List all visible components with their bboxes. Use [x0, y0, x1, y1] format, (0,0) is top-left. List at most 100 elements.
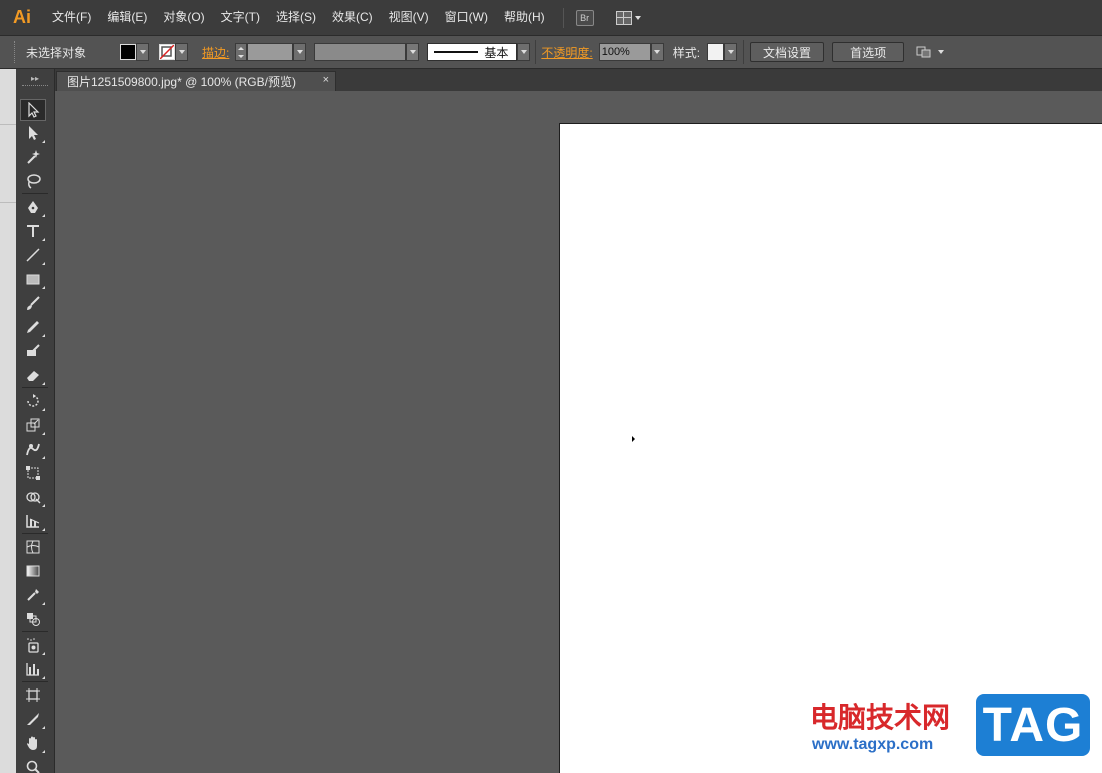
mesh-tool[interactable]	[20, 536, 46, 558]
magic-wand-tool[interactable]	[20, 146, 46, 168]
app-logo: Ai	[13, 7, 31, 27]
selection-tool[interactable]	[20, 99, 46, 121]
control-bar: 未选择对象 描边: 基本 不透明度: 100% 样式: 文档设置 首选项	[0, 35, 1102, 69]
arrange-documents-icon	[615, 10, 632, 25]
menu-type[interactable]: 文字(T)	[213, 0, 268, 35]
rotate-icon	[27, 394, 39, 407]
variable-width-profile[interactable]	[314, 43, 420, 61]
panel-grip[interactable]	[14, 41, 20, 63]
tools-divider	[22, 533, 48, 534]
eyedropper-tool[interactable]	[20, 584, 46, 606]
chevron-down-icon	[938, 50, 945, 54]
scale-tool[interactable]	[20, 414, 46, 436]
flyout-indicator	[42, 432, 45, 435]
menu-effect[interactable]: 效果(C)	[324, 0, 381, 35]
menu-help[interactable]: 帮助(H)	[496, 0, 553, 35]
shape-builder-tool[interactable]	[20, 486, 46, 508]
menu-file[interactable]: 文件(F)	[44, 0, 99, 35]
brush-definition-field[interactable]: 基本	[427, 43, 518, 61]
stroke-label[interactable]: 描边:	[202, 44, 229, 61]
close-icon[interactable]: ×	[323, 74, 329, 86]
flyout-indicator	[42, 750, 45, 753]
blend-tool[interactable]	[20, 608, 46, 630]
brush-definition-control[interactable]: 基本	[427, 43, 531, 61]
column-graph-icon	[26, 663, 39, 676]
artboard[interactable]	[559, 123, 1102, 773]
arrange-documents-button[interactable]	[615, 10, 641, 25]
canvas-area[interactable]	[55, 91, 1102, 773]
warp-tool[interactable]	[20, 438, 46, 460]
menu-object[interactable]: 对象(O)	[155, 0, 212, 35]
graphic-style-swatch[interactable]	[707, 43, 725, 61]
graphic-style-control[interactable]	[707, 43, 738, 61]
blob-brush-tool[interactable]	[20, 340, 46, 362]
stroke-weight-control[interactable]	[235, 43, 307, 61]
fill-color-control[interactable]	[120, 43, 150, 61]
tools-divider	[22, 387, 48, 388]
eraser-tool[interactable]	[20, 364, 46, 386]
menu-window[interactable]: 窗口(W)	[437, 0, 496, 35]
chevron-down-icon	[409, 50, 416, 54]
width-profile-dropdown[interactable]	[406, 43, 420, 61]
fill-dropdown-button[interactable]	[136, 43, 150, 61]
menu-edit[interactable]: 编辑(E)	[99, 0, 155, 35]
document-tab[interactable]: 图片1251509800.jpg* @ 100% (RGB/预览) ×	[56, 71, 336, 91]
left-edge-strip	[0, 69, 16, 773]
gradient-tool[interactable]	[20, 560, 46, 582]
selection-status: 未选择对象	[26, 45, 87, 60]
graphic-style-dropdown[interactable]	[724, 43, 738, 61]
slice-tool[interactable]	[20, 708, 46, 730]
lasso-tool[interactable]	[20, 170, 46, 192]
paintbrush-tool[interactable]	[20, 292, 46, 314]
stroke-weight-stepper[interactable]	[235, 43, 248, 61]
bridge-button[interactable]: Br	[575, 9, 594, 26]
symbol-sprayer-icon	[27, 638, 39, 653]
fill-swatch[interactable]	[120, 44, 137, 60]
tools-divider	[22, 681, 48, 682]
opacity-control[interactable]: 100%	[598, 43, 664, 61]
stroke-color-control[interactable]	[159, 43, 189, 61]
control-divider	[535, 40, 537, 64]
brush-definition-dropdown[interactable]	[517, 43, 531, 61]
preferences-button[interactable]: 首选项	[832, 42, 905, 62]
pencil-tool[interactable]	[20, 316, 46, 338]
stroke-preview-line	[434, 51, 479, 53]
flyout-indicator	[42, 408, 45, 411]
perspective-grid-tool[interactable]	[20, 510, 46, 532]
stroke-none-swatch[interactable]	[159, 44, 176, 60]
tools-panel: ▸▸	[16, 69, 55, 773]
direct-selection-tool[interactable]	[20, 122, 46, 144]
symbol-sprayer-tool[interactable]	[20, 634, 46, 656]
rectangle-tool[interactable]	[20, 268, 46, 290]
zoom-magnifier-icon	[26, 760, 40, 773]
stroke-weight-input[interactable]	[247, 43, 294, 61]
artboard-tool[interactable]	[20, 684, 46, 706]
hand-icon	[27, 736, 37, 750]
pencil-icon	[27, 321, 39, 333]
column-graph-tool[interactable]	[20, 658, 46, 680]
free-transform-tool[interactable]	[20, 462, 46, 484]
chevron-down-icon	[139, 50, 146, 54]
flyout-indicator	[42, 456, 45, 459]
line-segment-tool[interactable]	[20, 244, 46, 266]
perspective-grid-icon	[26, 515, 40, 528]
zoom-tool[interactable]	[20, 756, 46, 773]
pen-tool[interactable]	[20, 196, 46, 218]
hand-tool[interactable]	[20, 732, 46, 754]
opacity-input[interactable]: 100%	[598, 43, 651, 61]
document-setup-button[interactable]: 文档设置	[750, 42, 825, 62]
chevron-down-icon	[634, 15, 641, 20]
chevron-down-icon	[727, 50, 734, 54]
tools-panel-grip[interactable]	[22, 85, 48, 86]
opacity-dropdown[interactable]	[650, 43, 664, 61]
stroke-dropdown-button[interactable]	[175, 43, 189, 61]
rotate-tool[interactable]	[20, 390, 46, 412]
width-profile-field[interactable]	[314, 43, 407, 61]
panel-menu-control[interactable]	[916, 45, 945, 59]
type-tool[interactable]	[20, 220, 46, 242]
opacity-label[interactable]: 不透明度:	[541, 44, 592, 61]
stroke-weight-dropdown[interactable]	[293, 43, 307, 61]
watermark-tag-badge: TAG	[976, 694, 1090, 756]
menu-view[interactable]: 视图(V)	[381, 0, 437, 35]
menu-select[interactable]: 选择(S)	[268, 0, 324, 35]
